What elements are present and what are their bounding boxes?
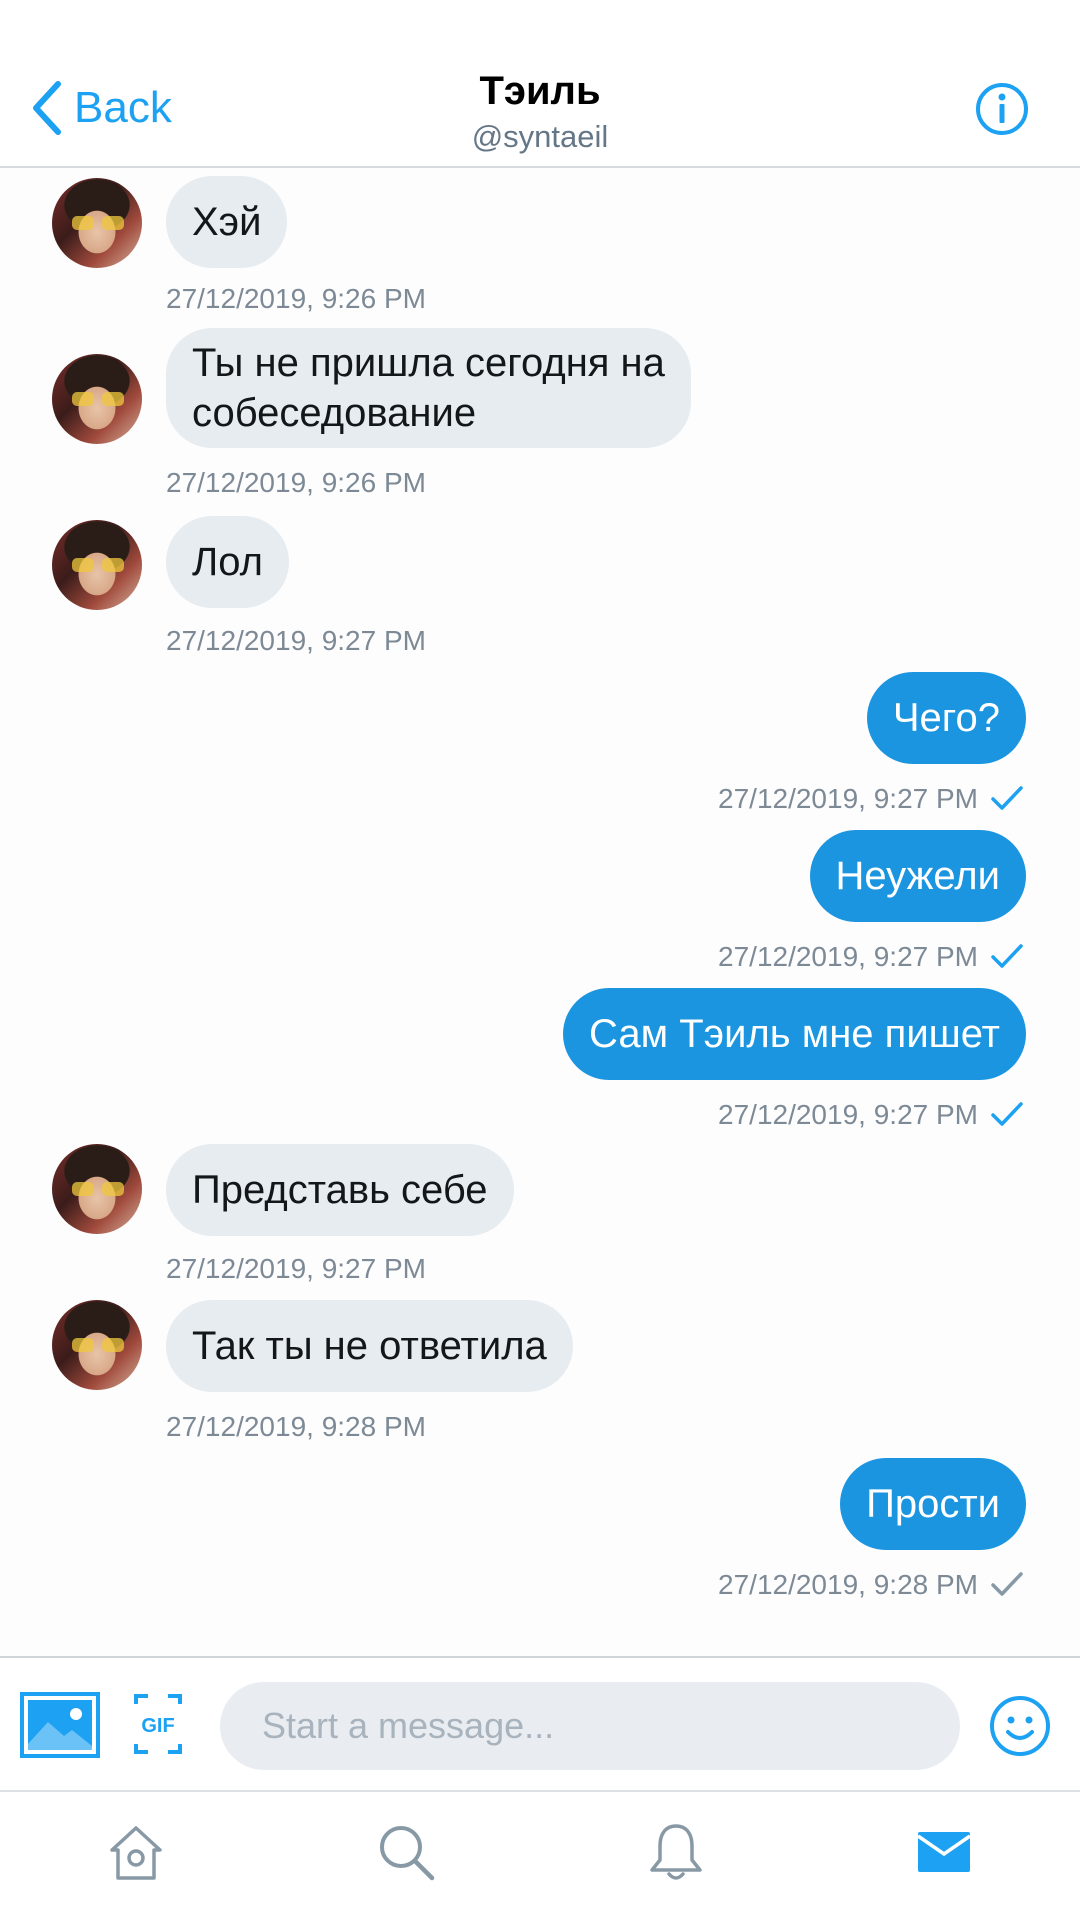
outgoing-message-bubble[interactable]: Сам Тэиль мне пишет bbox=[563, 988, 1026, 1080]
gif-label: GIF bbox=[141, 1715, 174, 1737]
message-timestamp: 27/12/2019, 9:27 PM bbox=[166, 625, 426, 656]
message-composer: GIF Start a message... bbox=[0, 1656, 1080, 1792]
search-icon bbox=[380, 1826, 435, 1881]
add-gif-button[interactable]: GIF bbox=[132, 1692, 184, 1756]
incoming-message-bubble[interactable]: Лол bbox=[166, 516, 289, 608]
message-timestamp: 27/12/2019, 9:27 PM bbox=[718, 783, 978, 814]
avatar[interactable] bbox=[52, 354, 142, 444]
bell-icon bbox=[650, 1824, 702, 1880]
conversation-header: Back Тэиль @syntaeil bbox=[0, 0, 1080, 168]
outgoing-message-bubble[interactable]: Прости bbox=[840, 1458, 1026, 1550]
conversation-title-block[interactable]: Тэиль @syntaeil bbox=[0, 66, 1080, 156]
message-timestamp: 27/12/2019, 9:27 PM bbox=[166, 1253, 426, 1284]
avatar[interactable] bbox=[52, 1144, 142, 1234]
add-photo-button[interactable] bbox=[20, 1692, 100, 1758]
message-input-placeholder: Start a message... bbox=[262, 1705, 555, 1746]
emoji-button[interactable] bbox=[988, 1694, 1052, 1758]
outgoing-message-bubble[interactable]: Неужели bbox=[809, 830, 1026, 922]
incoming-message-bubble[interactable]: Ты не пришла сегодня на собеседование bbox=[166, 328, 691, 448]
tab-search[interactable] bbox=[374, 1820, 438, 1884]
message-timestamp: 27/12/2019, 9:28 PM bbox=[718, 1569, 978, 1600]
info-icon bbox=[976, 83, 1028, 135]
conversation-handle: @syntaeil bbox=[471, 119, 609, 154]
image-icon bbox=[20, 1692, 100, 1758]
avatar[interactable] bbox=[52, 1300, 142, 1390]
outgoing-message-bubble[interactable]: Чего? bbox=[866, 672, 1026, 764]
read-check-icon bbox=[990, 784, 1024, 812]
avatar[interactable] bbox=[52, 178, 142, 268]
sent-check-icon bbox=[990, 1570, 1024, 1598]
message-list[interactable]: Хэй 27/12/2019, 9:26 PM Ты не пришла сег… bbox=[0, 168, 1080, 1654]
smiley-icon bbox=[990, 1696, 1050, 1756]
avatar[interactable] bbox=[52, 520, 142, 610]
message-input[interactable]: Start a message... bbox=[220, 1682, 960, 1770]
message-text-line: Ты не пришла сегодня на bbox=[192, 341, 665, 385]
mail-icon bbox=[917, 1832, 971, 1872]
message-timestamp: 27/12/2019, 9:26 PM bbox=[166, 283, 426, 314]
message-text-line: собеседование bbox=[192, 391, 477, 435]
home-icon bbox=[110, 1826, 162, 1880]
incoming-message-bubble[interactable]: Так ты не ответила bbox=[166, 1300, 573, 1392]
tab-messages[interactable] bbox=[912, 1820, 976, 1884]
incoming-message-bubble[interactable]: Представь себе bbox=[166, 1144, 514, 1236]
conversation-title: Тэиль bbox=[479, 69, 601, 113]
message-timestamp: 27/12/2019, 9:26 PM bbox=[166, 467, 426, 498]
tab-bar bbox=[0, 1792, 1080, 1920]
read-check-icon bbox=[990, 1100, 1024, 1128]
message-timestamp: 27/12/2019, 9:27 PM bbox=[718, 941, 978, 972]
info-button[interactable] bbox=[975, 82, 1029, 136]
read-check-icon bbox=[990, 942, 1024, 970]
message-timestamp: 27/12/2019, 9:27 PM bbox=[718, 1099, 978, 1130]
tab-notifications[interactable] bbox=[644, 1820, 708, 1884]
tab-home[interactable] bbox=[104, 1820, 168, 1884]
gif-icon: GIF bbox=[134, 1694, 182, 1754]
message-timestamp: 27/12/2019, 9:28 PM bbox=[166, 1411, 426, 1442]
incoming-message-bubble[interactable]: Хэй bbox=[166, 176, 288, 268]
